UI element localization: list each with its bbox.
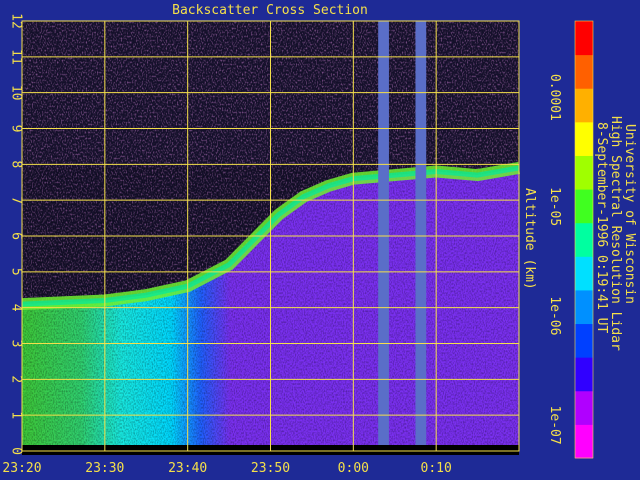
- y-tick-label-10: 10: [9, 85, 24, 101]
- y-tick-label-2: 2: [9, 375, 24, 383]
- colorbar-swatch-10: [575, 88, 593, 123]
- y-tick-label-9: 9: [9, 125, 24, 133]
- chart-title: Backscatter Cross Section: [172, 3, 368, 18]
- y-tick-label-4: 4: [9, 304, 24, 312]
- y-tick-label-5: 5: [9, 268, 24, 276]
- colorbar-tick-label-0: 0.0001: [547, 74, 562, 121]
- x-tick-label-3: 23:50: [251, 461, 290, 476]
- y-tick-label-7: 7: [9, 196, 24, 204]
- colorbar-swatch-11: [575, 54, 593, 89]
- annotation-timestamp: 8-September-1996 0:19:41 UT: [594, 122, 609, 333]
- y-tick-label-0: 0: [9, 447, 24, 455]
- x-tick-label-4: 0:00: [338, 461, 369, 476]
- y-tick-label-6: 6: [9, 232, 24, 240]
- x-tick-label-1: 23:30: [85, 461, 124, 476]
- colorbar-swatch-0: [575, 424, 593, 459]
- colorbar-tick-label-1: 1e-05: [547, 187, 562, 226]
- colorbar-swatch-12: [575, 21, 593, 56]
- colorbar-swatch-3: [575, 323, 593, 358]
- x-tick-label-0: 23:20: [2, 461, 41, 476]
- colorbar-tick-label-3: 1e-07: [547, 406, 562, 445]
- colorbar-swatch-2: [575, 357, 593, 392]
- x-tick-label-2: 23:40: [168, 461, 207, 476]
- colorbar-swatch-1: [575, 390, 593, 425]
- colorbar-swatch-6: [575, 222, 593, 257]
- y-tick-label-12: 12: [9, 13, 24, 29]
- colorbar-swatch-9: [575, 121, 593, 156]
- backscatter-chart: 012345678910111223:20 23:30 23:40 23:50 0:00…: [2, 3, 637, 476]
- colorbar-swatch-5: [575, 256, 593, 291]
- x-tick-label-5: 0:10: [421, 461, 452, 476]
- annotation-instrument: High Spectral Resolution Lidar: [608, 116, 623, 351]
- y-tick-label-1: 1: [9, 411, 24, 419]
- annotation-university: University of Wisconsin: [622, 124, 637, 304]
- colorbar-swatch-4: [575, 289, 593, 325]
- colorbar-tick-label-2: 1e-06: [547, 296, 562, 335]
- y-tick-label-3: 3: [9, 340, 24, 348]
- y-axis-label: Altitude (km): [522, 188, 537, 290]
- y-tick-label-11: 11: [9, 49, 24, 65]
- colorbar-swatch-7: [575, 189, 593, 224]
- y-tick-label-8: 8: [9, 160, 24, 168]
- colorbar-swatch-8: [575, 155, 593, 190]
